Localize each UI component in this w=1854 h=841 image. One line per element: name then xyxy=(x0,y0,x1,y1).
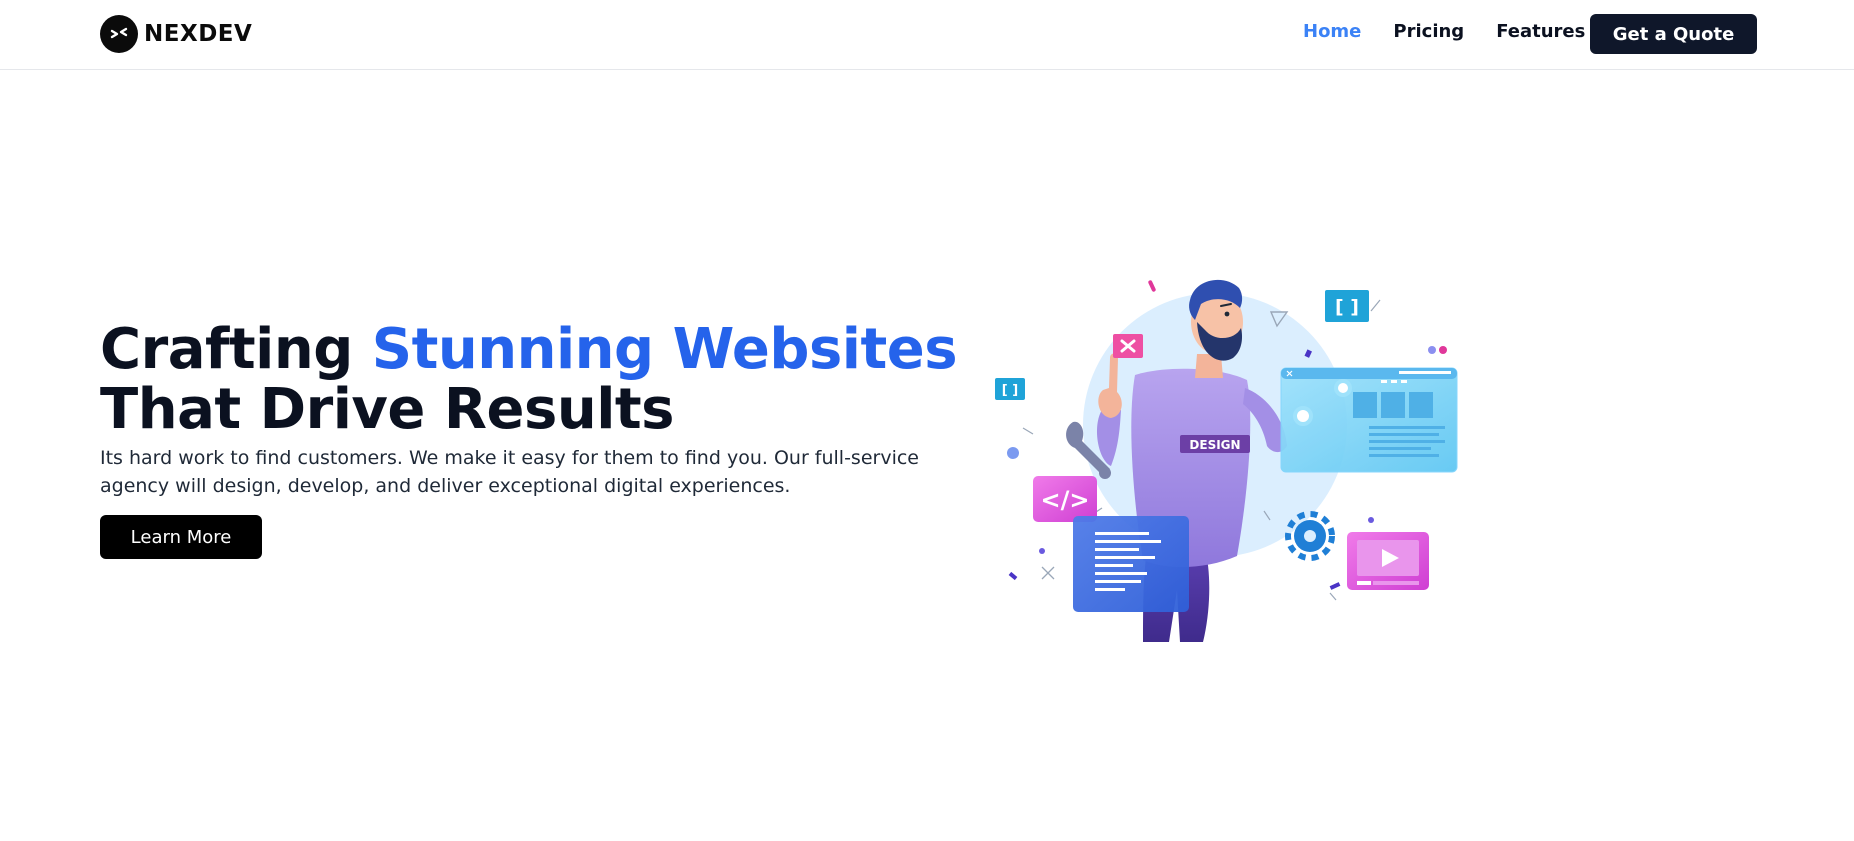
document-card-icon xyxy=(1073,516,1189,612)
code-card-icon: </> xyxy=(1033,476,1097,522)
bracket-tile-icon: [ ] xyxy=(1325,290,1369,322)
bracket-tile-small-icon: [ ] xyxy=(995,378,1025,400)
svg-text:DESIGN: DESIGN xyxy=(1189,438,1240,452)
hero-subtitle: Its hard work to find customers. We make… xyxy=(100,447,919,497)
svg-text:</>: </> xyxy=(1041,486,1090,514)
video-card-icon xyxy=(1347,532,1429,590)
hero-title: Crafting Stunning Websites That Drive Res… xyxy=(100,320,960,440)
learn-more-button[interactable]: Learn More xyxy=(100,515,262,559)
design-badge: DESIGN xyxy=(1180,435,1250,453)
navbar: NEXDEV Home Pricing Features Get a Quote xyxy=(0,0,1854,70)
brand-name: NEXDEV xyxy=(144,21,253,47)
nav-links: Home Pricing Features xyxy=(1303,21,1617,42)
svg-text:[ ]: [ ] xyxy=(1002,383,1018,398)
browser-window-icon xyxy=(1280,367,1458,473)
designer-illustration: [ ] [ ] </> DESIGN xyxy=(995,279,1458,642)
arrows-in-icon xyxy=(100,15,138,53)
brand[interactable]: NEXDEV xyxy=(100,15,252,53)
hero-title-accent: Stunning Websites xyxy=(371,317,958,382)
hero-title-part2: That Drive Results xyxy=(100,377,675,442)
nav-link-pricing[interactable]: Pricing xyxy=(1393,21,1464,42)
close-badge-icon xyxy=(1113,334,1143,358)
get-a-quote-button[interactable]: Get a Quote xyxy=(1590,14,1757,54)
nav-link-home[interactable]: Home xyxy=(1303,21,1361,42)
hero-title-part1: Crafting xyxy=(100,317,372,382)
nav-link-features[interactable]: Features xyxy=(1496,21,1585,42)
confetti xyxy=(1148,280,1156,292)
svg-text:[ ]: [ ] xyxy=(1335,296,1359,318)
